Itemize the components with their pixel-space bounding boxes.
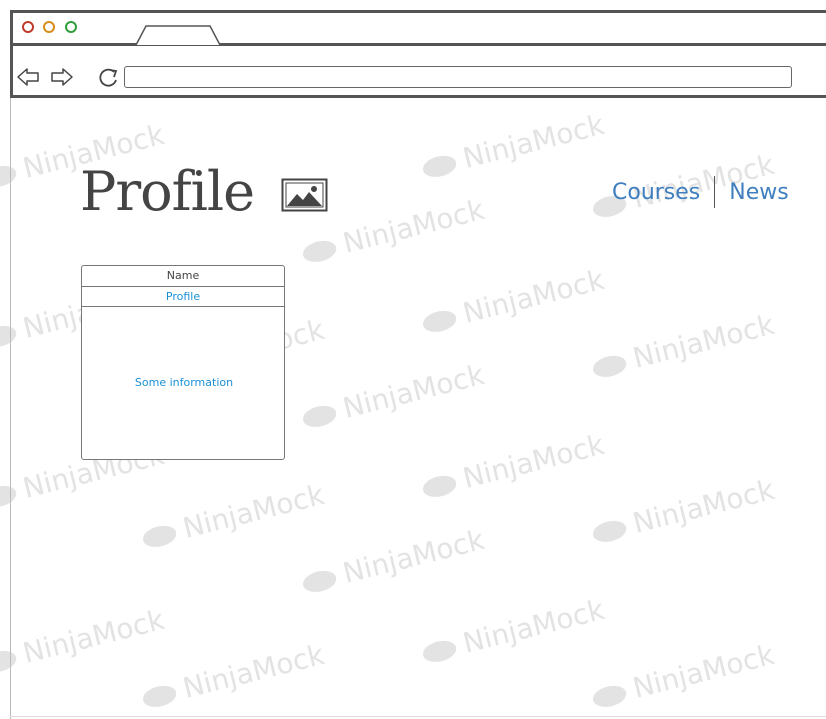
watermark: NinjaMock (419, 428, 608, 505)
nav-link-courses[interactable]: Courses (612, 180, 700, 205)
nav-link-news[interactable]: News (729, 180, 788, 205)
viewport-edge (10, 98, 11, 719)
profile-card: Name Profile Some information (81, 265, 285, 460)
viewport-bottom-edge (10, 716, 826, 717)
image-placeholder-icon (281, 178, 328, 212)
watermark: NinjaMock (0, 603, 168, 680)
watermark: NinjaMock (139, 638, 328, 715)
nav-separator (714, 176, 716, 208)
watermark: NinjaMock (419, 593, 608, 670)
close-window-button[interactable] (22, 21, 34, 33)
browser-tab[interactable] (134, 24, 224, 46)
back-arrow-icon[interactable] (16, 66, 40, 88)
watermark: NinjaMock (589, 638, 778, 715)
maximize-window-button[interactable] (65, 21, 77, 33)
card-info-text: Some information (134, 376, 234, 389)
card-header-name: Name (82, 266, 284, 287)
top-navigation: Courses News (612, 175, 789, 209)
watermark: NinjaMock (419, 263, 608, 340)
watermark: NinjaMock (589, 473, 778, 550)
forward-arrow-icon[interactable] (50, 66, 74, 88)
watermark: NinjaMock (419, 108, 608, 185)
watermark: NinjaMock (589, 308, 778, 385)
card-item-profile[interactable]: Profile (82, 287, 284, 307)
refresh-icon[interactable] (96, 66, 120, 90)
watermark: NinjaMock (299, 358, 488, 435)
watermark: NinjaMock (299, 523, 488, 600)
page-title: Profile (80, 160, 255, 223)
browser-title-bar (10, 10, 826, 46)
watermark: NinjaMock (139, 478, 328, 555)
address-bar-input[interactable] (124, 66, 792, 88)
minimize-window-button[interactable] (43, 21, 55, 33)
